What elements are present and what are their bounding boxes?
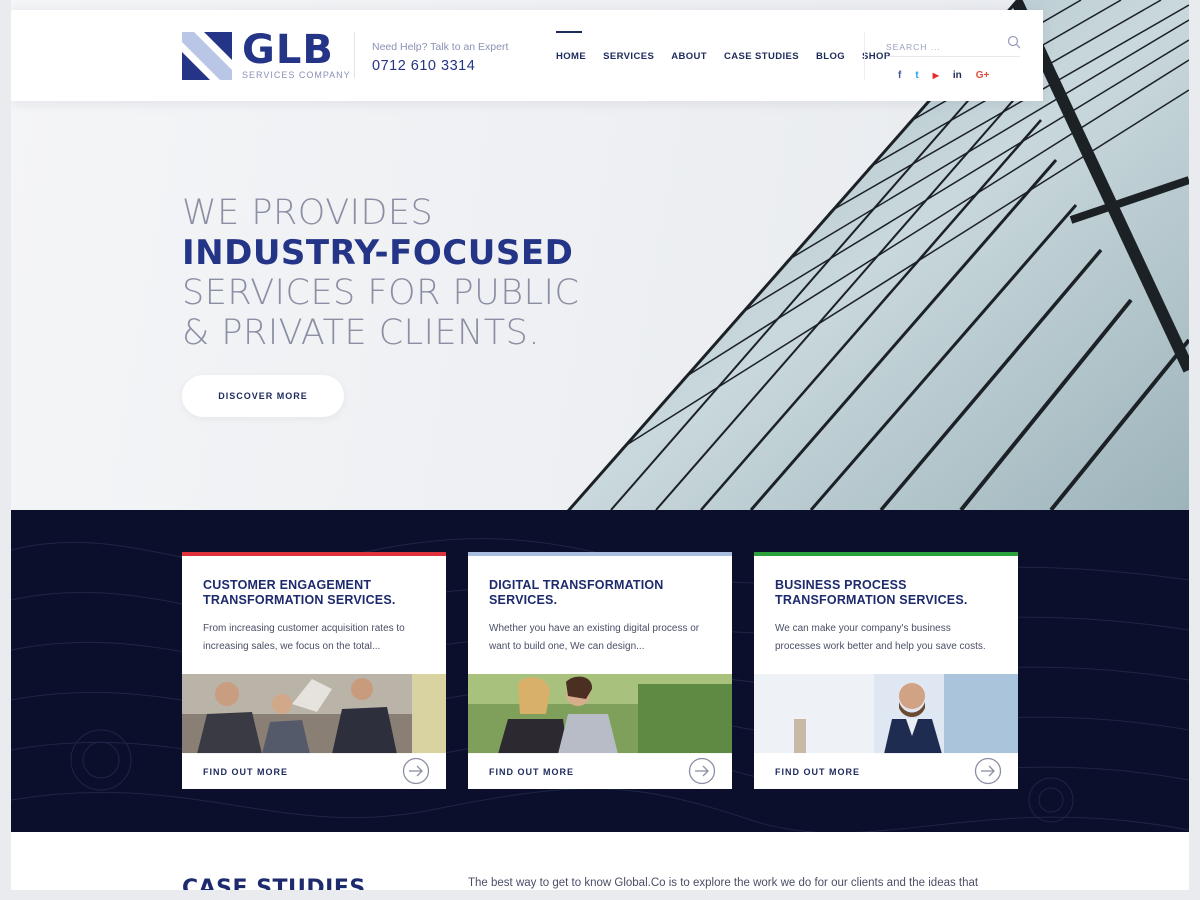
search-icon[interactable] [1007,35,1021,49]
businessman-photo [754,674,1018,754]
case-studies-title: CASE STUDIES [182,876,366,890]
logo-mark-icon [182,31,232,80]
google-plus-icon[interactable]: G+ [976,70,990,82]
card-description: We can make your company's business proc… [775,623,986,652]
card-footer: FIND OUT MORE [754,753,1018,789]
page-bottom-edge [0,890,1200,900]
service-card-customer-engagement: CUSTOMER ENGAGEMENT TRANSFORMATION SERVI… [182,552,446,789]
hero-line-2: INDUSTRY-FOCUSED [182,233,574,273]
nav-divider [864,32,865,80]
case-studies-intro: The best way to get to know Global.Co is… [468,877,979,889]
service-card-digital-transformation: DIGITAL TRANSFORMATION SERVICES. Whether… [468,552,732,789]
card-title: DIGITAL TRANSFORMATION SERVICES. [489,578,664,607]
brand-name: GLB [242,27,334,73]
card-accent-bar [754,552,1018,556]
card-description: From increasing customer acquisition rat… [203,623,405,652]
find-out-more-link[interactable]: FIND OUT MORE [489,767,574,777]
contact-label: Need Help? Talk to an Expert [372,41,509,53]
hero-line-4: & PRIVATE CLIENTS. [182,313,540,353]
card-description: Whether you have an existing digital pro… [489,623,700,652]
hero-headline: WE PROVIDES INDUSTRY-FOCUSED SERVICES FO… [182,193,579,353]
twitter-icon[interactable]: t [915,70,918,82]
card-title: BUSINESS PROCESS TRANSFORMATION SERVICES… [775,578,968,607]
main-nav: HOME SERVICES ABOUT CASE STUDIES BLOG SH… [556,10,908,101]
nav-item-about[interactable]: ABOUT [671,10,707,101]
find-out-more-link[interactable]: FIND OUT MORE [203,767,288,777]
team-highfive-photo [182,674,446,754]
arrow-right-circle-icon[interactable] [688,757,716,785]
social-links: f t ▶ in G+ [898,70,1003,82]
card-footer: FIND OUT MORE [468,753,732,789]
search-input[interactable] [886,40,996,54]
colleagues-laptop-photo [468,674,732,754]
youtube-icon[interactable]: ▶ [933,70,939,82]
brand-tagline: SERVICES COMPANY [242,70,351,80]
search-box [886,35,1021,57]
find-out-more-link[interactable]: FIND OUT MORE [775,767,860,777]
card-accent-bar [468,552,732,556]
page: GLB SERVICES COMPANY Need Help? Talk to … [11,0,1189,890]
service-card-business-process: BUSINESS PROCESS TRANSFORMATION SERVICES… [754,552,1018,789]
nav-item-case-studies[interactable]: CASE STUDIES [724,10,799,101]
card-title: CUSTOMER ENGAGEMENT TRANSFORMATION SERVI… [203,578,396,607]
hero-line-3: SERVICES FOR PUBLIC [182,273,580,313]
card-accent-bar [182,552,446,556]
facebook-icon[interactable]: f [898,70,901,82]
arrow-right-circle-icon[interactable] [974,757,1002,785]
linkedin-icon[interactable]: in [953,70,962,82]
hero-line-1: WE PROVIDES [182,193,434,233]
brand-logo[interactable]: GLB SERVICES COMPANY [182,27,351,80]
arrow-right-circle-icon[interactable] [402,757,430,785]
discover-more-button[interactable]: DISCOVER MORE [182,375,344,417]
header-divider [354,32,355,78]
contact-block: Need Help? Talk to an Expert 0712 610 33… [372,41,508,74]
nav-item-services[interactable]: SERVICES [603,10,654,101]
services-section: CUSTOMER ENGAGEMENT TRANSFORMATION SERVI… [11,510,1189,832]
contact-phone[interactable]: 0712 610 3314 [372,58,508,74]
site-header: GLB SERVICES COMPANY Need Help? Talk to … [11,10,1043,101]
card-footer: FIND OUT MORE [182,753,446,789]
nav-item-blog[interactable]: BLOG [816,10,845,101]
nav-item-home[interactable]: HOME [556,10,586,101]
